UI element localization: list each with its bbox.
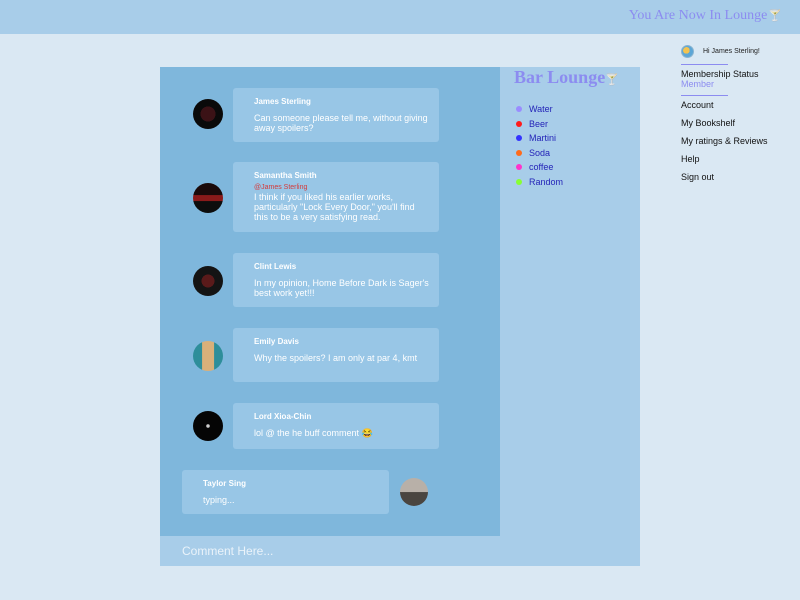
message-bubble: Lord Xioa-Chin lol @ the he buff comment… <box>233 403 439 449</box>
drink-label: Random <box>529 176 564 187</box>
drink-item-martini[interactable]: Martini <box>516 131 563 146</box>
sidebar-item-sign-out[interactable]: Sign out <box>681 172 791 190</box>
drink-label: Soda <box>529 147 551 158</box>
message-bubble: James Sterling Can someone please tell m… <box>233 88 439 142</box>
message-author[interactable]: Clint Lewis <box>254 262 429 271</box>
bullet-dot-icon <box>516 135 522 142</box>
drink-item-random[interactable]: Random <box>516 175 563 190</box>
message-bubble: Samantha Smith @James Sterling I think i… <box>233 162 439 232</box>
dark-book-avatar[interactable] <box>193 266 223 296</box>
bullet-dot-icon <box>516 164 522 171</box>
greeting-text: Hi James Sterling! <box>703 47 760 55</box>
message-text: Why the spoilers? I am only at par 4, km… <box>254 353 418 363</box>
sidebar-item-account[interactable]: Account <box>681 100 791 118</box>
book-cover-avatar[interactable] <box>193 99 223 129</box>
drink-menu: Water Beer Martini Soda coffee Random <box>516 102 563 189</box>
sidebar-item-help[interactable]: Help <box>681 154 791 172</box>
comment-bar <box>160 536 640 566</box>
cocktail-glass-icon: 🍸 <box>605 74 619 86</box>
message-text: In my opinion, Home Before Dark is Sager… <box>254 278 429 298</box>
sidebar-divider <box>681 64 728 65</box>
bar-lounge-title-text: Bar Lounge <box>514 67 606 87</box>
sidebar-item-ratings-reviews[interactable]: My ratings & Reviews <box>681 136 791 154</box>
message-bubble: Clint Lewis In my opinion, Home Before D… <box>233 253 439 307</box>
drink-item-water[interactable]: Water <box>516 102 563 117</box>
lounge-banner-text: You Are Now In Lounge <box>628 8 768 23</box>
lounge-panel: James Sterling Can someone please tell m… <box>160 67 640 566</box>
bar-lounge-title: Bar Lounge🍸 <box>514 67 619 88</box>
typing-author[interactable]: Taylor Sing <box>203 479 379 488</box>
membership-value: Member <box>681 79 715 89</box>
bullet-dot-icon <box>516 106 522 113</box>
her-poster-avatar[interactable] <box>193 183 223 213</box>
drink-label: coffee <box>529 162 554 173</box>
message-text: lol @ the he buff comment 😂 <box>254 428 373 438</box>
cocktail-glass-icon: 🍸 <box>768 10 782 22</box>
bullet-dot-icon <box>516 120 522 127</box>
typing-bubble: Taylor Sing typing... <box>182 470 389 514</box>
drink-label: Beer <box>529 118 549 129</box>
drink-item-soda[interactable]: Soda <box>516 146 563 161</box>
drink-label: Water <box>529 104 553 115</box>
message-text: Can someone please tell me, without givi… <box>254 113 428 133</box>
sidebar-item-bookshelf[interactable]: My Bookshelf <box>681 118 791 136</box>
chat-feed[interactable]: James Sterling Can someone please tell m… <box>160 67 500 536</box>
bullet-dot-icon <box>516 178 522 185</box>
comment-input[interactable] <box>160 536 640 566</box>
top-bar: You Are Now In Lounge🍸 <box>0 0 800 34</box>
group-photo-avatar[interactable] <box>400 478 428 506</box>
user-avatar[interactable] <box>681 44 694 58</box>
account-sidebar: Hi James Sterling! Membership Status Mem… <box>681 44 791 190</box>
typing-status: typing... <box>203 495 235 505</box>
bullet-dot-icon <box>516 149 522 156</box>
message-bubble: Emily Davis Why the spoilers? I am only … <box>233 328 439 382</box>
message-text: I think if you liked his earlier works, … <box>254 192 415 222</box>
lounge-banner: You Are Now In Lounge🍸 <box>629 8 782 24</box>
night-figure-avatar[interactable] <box>193 411 223 441</box>
message-author[interactable]: Emily Davis <box>254 337 429 346</box>
woman-portrait-avatar[interactable] <box>193 341 223 371</box>
drink-item-beer[interactable]: Beer <box>516 117 563 132</box>
drink-item-coffee[interactable]: coffee <box>516 160 563 175</box>
user-greeting: Hi James Sterling! <box>681 44 791 58</box>
mention-tag[interactable]: @James Sterling <box>254 184 429 191</box>
message-author[interactable]: James Sterling <box>254 97 429 106</box>
message-author[interactable]: Lord Xioa-Chin <box>254 412 429 421</box>
drink-label: Martini <box>529 133 557 144</box>
message-author[interactable]: Samantha Smith <box>254 171 429 180</box>
sidebar-divider <box>681 95 728 96</box>
